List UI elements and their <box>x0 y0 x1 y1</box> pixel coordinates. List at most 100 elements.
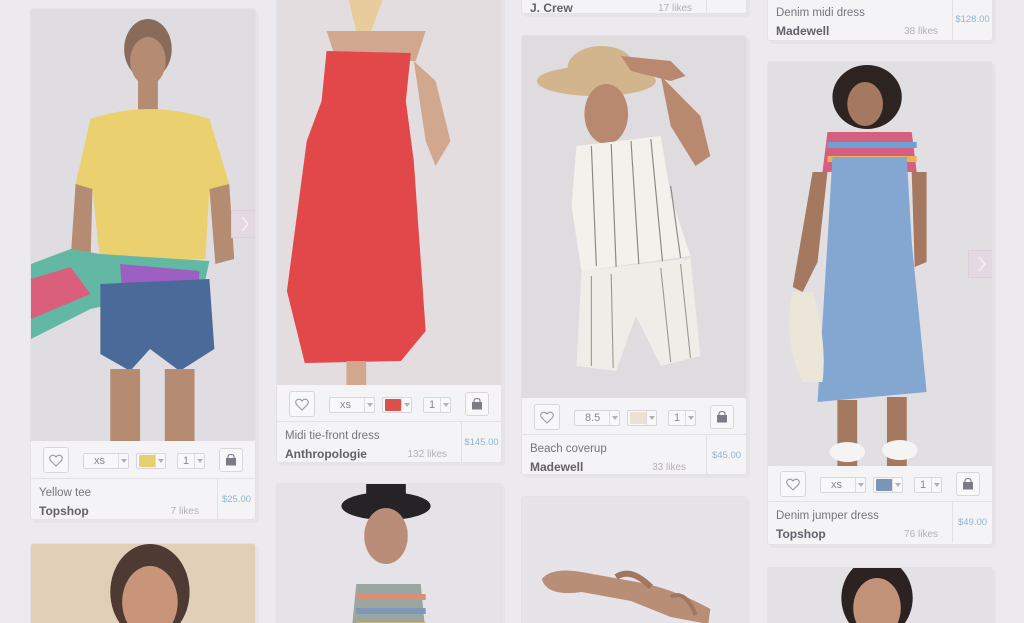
color-swatch <box>385 399 401 411</box>
product-name[interactable]: Yellow tee <box>39 487 91 499</box>
product-image[interactable] <box>522 497 746 623</box>
product-card-jcrew[interactable]: J. Crew 17 likes <box>521 0 747 14</box>
chevron-down-icon <box>118 454 128 468</box>
product-name[interactable]: Beach coverup <box>530 443 607 455</box>
chevron-down-icon <box>855 478 865 492</box>
product-image[interactable] <box>277 0 501 385</box>
quantity-value: 1 <box>920 479 927 491</box>
quantity-select[interactable]: 1 <box>423 397 451 413</box>
product-controls: 8.5 1 <box>522 400 746 436</box>
size-value: xs <box>340 399 351 411</box>
product-price: $49.00 <box>952 502 992 543</box>
product-card-beach-coverup[interactable]: 8.5 1 Beach coverup Madewell 33 likes $4… <box>521 35 747 475</box>
product-info: Midi tie-front dress Anthropologie 132 l… <box>277 421 501 462</box>
add-to-bag-button[interactable] <box>956 472 980 496</box>
chevron-down-icon <box>401 398 411 412</box>
quantity-value: 1 <box>674 412 681 424</box>
product-image[interactable] <box>768 62 992 466</box>
color-swatch <box>630 412 646 424</box>
product-image[interactable] <box>277 484 501 623</box>
color-swatch <box>139 455 155 467</box>
size-value: 8.5 <box>585 412 601 424</box>
product-info: Beach coverup Madewell 33 likes $45.00 <box>522 434 746 474</box>
chevron-right-icon <box>241 216 249 232</box>
product-brand[interactable]: Madewell <box>530 460 583 474</box>
product-info: J. Crew 17 likes <box>522 0 746 14</box>
shopping-bag-icon <box>472 398 482 410</box>
favorite-button[interactable] <box>289 391 315 417</box>
size-value: xs <box>831 479 842 491</box>
likes-count: 17 likes <box>658 3 692 14</box>
chevron-down-icon <box>685 411 695 425</box>
product-price: $128.00 <box>952 0 992 40</box>
heart-icon <box>49 454 63 467</box>
product-card-jumper-dress[interactable]: xs 1 Denim jumper dress Topshop 76 likes… <box>767 61 993 545</box>
product-card-denim-midi[interactable]: Denim midi dress Madewell 38 likes $128.… <box>767 0 993 41</box>
add-to-bag-button[interactable] <box>465 392 489 416</box>
product-card-partial[interactable] <box>276 483 502 623</box>
shopping-bag-icon <box>963 478 973 490</box>
product-image[interactable] <box>31 544 255 623</box>
color-select[interactable] <box>136 453 166 469</box>
chevron-down-icon <box>440 398 450 412</box>
product-card-partial[interactable] <box>30 543 256 623</box>
shopping-bag-icon <box>226 454 236 466</box>
chevron-down-icon <box>646 411 656 425</box>
quantity-value: 1 <box>429 399 436 411</box>
color-select[interactable] <box>627 410 657 426</box>
product-price: $25.00 <box>217 479 255 519</box>
heart-icon <box>540 411 554 424</box>
next-image-button[interactable] <box>968 250 992 278</box>
color-select[interactable] <box>873 477 903 493</box>
product-card-midi-dress[interactable]: xs 1 Midi tie-front dress Anthropologie … <box>276 0 502 463</box>
product-name[interactable]: Midi tie-front dress <box>285 430 380 442</box>
product-image[interactable] <box>768 568 992 623</box>
likes-count: 132 likes <box>407 449 447 460</box>
quantity-value: 1 <box>183 455 190 467</box>
size-select[interactable]: xs <box>329 397 375 413</box>
size-select[interactable]: 8.5 <box>574 410 620 426</box>
product-price: $145.00 <box>461 422 501 462</box>
product-card-partial[interactable] <box>767 567 993 623</box>
favorite-button[interactable] <box>534 404 560 430</box>
product-controls: xs 1 <box>277 387 501 423</box>
product-price: $45.00 <box>706 435 746 474</box>
size-select[interactable]: xs <box>83 453 129 469</box>
add-to-bag-button[interactable] <box>219 448 243 472</box>
favorite-button[interactable] <box>43 447 69 473</box>
product-controls: xs 1 <box>768 467 992 503</box>
size-select[interactable]: xs <box>820 477 866 493</box>
color-select[interactable] <box>382 397 412 413</box>
product-card-partial[interactable] <box>521 496 747 623</box>
product-brand[interactable]: Topshop <box>776 527 826 541</box>
quantity-select[interactable]: 1 <box>914 477 942 493</box>
chevron-down-icon <box>931 478 941 492</box>
likes-count: 76 likes <box>904 529 938 540</box>
product-brand[interactable]: Topshop <box>39 504 89 518</box>
heart-icon <box>295 398 309 411</box>
chevron-down-icon <box>609 411 619 425</box>
product-brand[interactable]: J. Crew <box>530 1 573 13</box>
chevron-right-icon <box>978 256 986 272</box>
product-card-yellow-tee[interactable]: xs 1 Yellow tee Topshop 7 likes $25.00 <box>30 8 256 520</box>
favorite-button[interactable] <box>780 471 806 497</box>
product-brand[interactable]: Madewell <box>776 24 829 38</box>
product-controls: xs 1 <box>31 443 255 479</box>
product-name[interactable]: Denim midi dress <box>776 7 865 19</box>
add-to-bag-button[interactable] <box>710 405 734 429</box>
quantity-select[interactable]: 1 <box>668 410 696 426</box>
color-swatch <box>876 479 892 491</box>
product-brand[interactable]: Anthropologie <box>285 447 367 461</box>
likes-count: 33 likes <box>652 462 686 473</box>
chevron-down-icon <box>155 454 165 468</box>
quantity-select[interactable]: 1 <box>177 453 205 469</box>
likes-count: 7 likes <box>170 506 199 517</box>
product-image[interactable] <box>522 36 746 398</box>
heart-icon <box>786 478 800 491</box>
next-image-button[interactable] <box>231 210 255 238</box>
product-image[interactable] <box>31 9 255 441</box>
product-info: Denim midi dress Madewell 38 likes $128.… <box>768 0 992 40</box>
product-name[interactable]: Denim jumper dress <box>776 510 879 522</box>
chevron-down-icon <box>364 398 374 412</box>
chevron-down-icon <box>892 478 902 492</box>
